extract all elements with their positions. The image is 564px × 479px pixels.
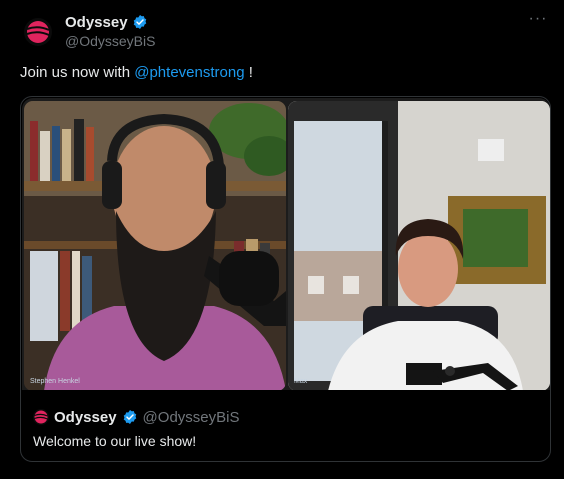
author-avatar[interactable] — [24, 18, 52, 46]
quoted-tweet-text: Welcome to our live show! — [33, 433, 197, 449]
right-participant-scene — [288, 101, 550, 390]
odyssey-logo-icon — [26, 21, 50, 43]
quoted-author-handle: @OdysseyBiS — [142, 408, 240, 426]
tweet-text-after: ! — [244, 64, 253, 81]
right-participant-label: Max — [294, 378, 308, 385]
quoted-author-avatar — [33, 409, 49, 425]
quote-card[interactable]: Stephen Henkel Max Odyssey @OdysseyBiS W… — [20, 96, 551, 462]
left-participant-scene — [24, 101, 286, 390]
left-participant-label: Stephen Henkel — [30, 378, 80, 385]
tweet-text-before: Join us now with — [20, 64, 135, 81]
video-media[interactable]: Stephen Henkel Max — [22, 98, 550, 390]
verified-badge-icon — [133, 15, 146, 29]
odyssey-logo-icon — [34, 410, 48, 424]
author-names: Odyssey @OdysseyBiS — [65, 12, 155, 50]
tweet-text: Join us now with @phtevenstrong ! — [20, 64, 253, 81]
more-options-icon[interactable]: ··· — [526, 11, 550, 32]
quoted-tweet[interactable]: Odyssey @OdysseyBiS Welcome to our live … — [33, 407, 533, 449]
video-pane-right: Max — [288, 101, 550, 390]
video-pane-left: Stephen Henkel — [24, 101, 286, 390]
author-handle[interactable]: @OdysseyBiS — [65, 33, 155, 49]
author-display-name[interactable]: Odyssey — [65, 14, 128, 31]
tweet-header: Odyssey @OdysseyBiS ··· — [20, 10, 550, 54]
quoted-author-name: Odyssey — [54, 408, 117, 426]
verified-badge-icon — [123, 410, 136, 424]
mention-link[interactable]: @phtevenstrong — [134, 64, 244, 81]
